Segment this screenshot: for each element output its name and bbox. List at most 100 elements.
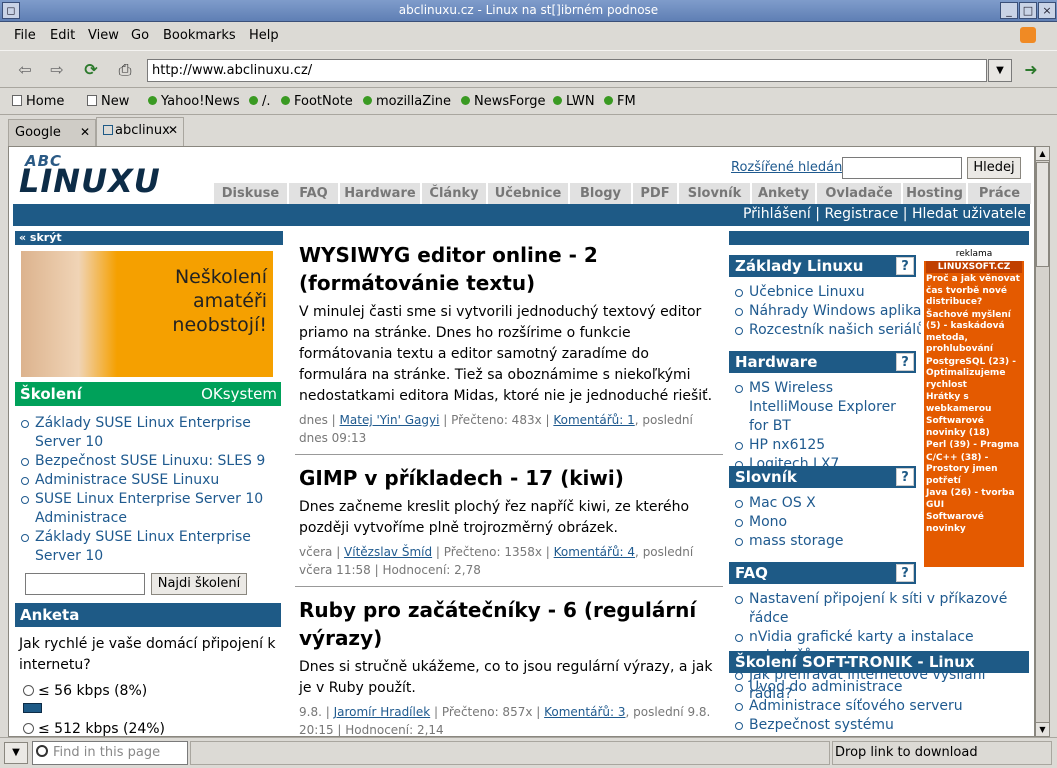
menu-bookmarks[interactable]: Bookmarks (163, 28, 236, 43)
advertisement-banner[interactable]: Neškolení amatéři neobstojí! (21, 251, 273, 377)
ad-item[interactable]: Softwarové novinky (926, 512, 1022, 535)
tab-blogy[interactable]: Blogy (570, 183, 632, 204)
list-item[interactable]: MS Wireless IntelliMouse Explorer for BT (729, 379, 919, 436)
rss-icon[interactable] (1020, 27, 1036, 43)
list-item[interactable]: Mono (729, 513, 939, 532)
close-tab-icon[interactable]: ✕ (168, 123, 178, 137)
ad-item[interactable]: Hrátky s webkamerou (926, 392, 1022, 415)
hide-sidebar-link[interactable]: « skrýt (15, 231, 283, 245)
tab-abclinuxu[interactable]: abclinux ✕ (96, 117, 184, 146)
user-bar[interactable]: Přihlášení | Registrace | Hledat uživate… (13, 204, 1030, 226)
article-title[interactable]: GIMP v příkladech - 17 (kiwi) (299, 464, 719, 492)
status-toggle-icon[interactable]: ▼ (4, 742, 28, 764)
url-field[interactable]: http://www.abclinuxu.cz/ (147, 59, 987, 82)
tab-hardware[interactable]: Hardware (340, 183, 421, 204)
help-icon[interactable]: ? (896, 353, 914, 371)
back-icon[interactable]: ⇦ (12, 57, 38, 83)
site-logo[interactable]: ABC LINUXU (19, 152, 179, 200)
search-button[interactable]: Hledej (967, 157, 1021, 179)
site-search-input[interactable] (842, 157, 962, 179)
comments-link[interactable]: Komentářů: 1 (553, 413, 634, 427)
bookmark-footnote[interactable]: FootNote (281, 94, 353, 109)
list-item[interactable]: HP nx6125 (729, 436, 919, 455)
tab-google[interactable]: Google ✕ (8, 119, 96, 146)
url-dropdown-icon[interactable]: ▼ (988, 59, 1012, 82)
tab-pdf[interactable]: PDF (633, 183, 678, 204)
print-icon[interactable]: ⎙ (112, 57, 138, 83)
poll-option-2[interactable]: ≤ 512 kbps (24%) (23, 721, 165, 736)
list-item[interactable]: Bezpečnost SUSE Linuxu: SLES 9 (15, 452, 281, 471)
list-item[interactable]: Rozcestník našich seriálů (729, 321, 939, 340)
list-item[interactable]: Základy SUSE Linux Enterprise Server 10 (15, 414, 281, 452)
scroll-down-icon[interactable]: ▼ (1036, 722, 1049, 736)
tab-ovladace[interactable]: Ovladače (817, 183, 902, 204)
author-link[interactable]: Vítězslav Šmíd (344, 545, 432, 559)
ad-item[interactable]: Softwarové novinky (18) (926, 416, 1022, 439)
article-title[interactable]: Ruby pro začátečníky - 6 (regulární výra… (299, 596, 719, 652)
go-icon[interactable]: ➜ (1018, 57, 1044, 83)
menu-go[interactable]: Go (131, 28, 149, 43)
author-link[interactable]: Jaromír Hradílek (334, 705, 431, 719)
tab-slovnik[interactable]: Slovník (679, 183, 751, 204)
download-drop-target[interactable]: Drop link to download (832, 741, 1052, 765)
bookmark-home[interactable]: Home (12, 94, 64, 109)
menu-view[interactable]: View (88, 28, 119, 43)
vertical-scrollbar[interactable]: ▲ ▼ (1035, 146, 1050, 737)
tab-diskuse[interactable]: Diskuse (214, 183, 288, 204)
menu-file[interactable]: File (14, 28, 36, 43)
bookmark-fm[interactable]: FM (604, 94, 636, 109)
help-icon[interactable]: ? (896, 257, 914, 275)
menu-edit[interactable]: Edit (50, 28, 75, 43)
list-item[interactable]: SUSE Linux Enterprise Server 10 Administ… (15, 490, 281, 528)
radio-icon[interactable] (23, 685, 34, 696)
close-icon[interactable]: × (1038, 2, 1056, 19)
author-link[interactable]: Matej 'Yin' Gagyi (340, 413, 440, 427)
list-item[interactable]: Mac OS X (729, 494, 939, 513)
bookmark-slashdot[interactable]: /. (249, 94, 271, 109)
tab-clanky[interactable]: Články (422, 183, 487, 204)
tab-ankety[interactable]: Ankety (752, 183, 816, 204)
scroll-up-icon[interactable]: ▲ (1036, 147, 1049, 161)
list-item[interactable]: Administrace SUSE Linuxu (15, 471, 281, 490)
comments-link[interactable]: Komentářů: 3 (544, 705, 625, 719)
bookmark-lwn[interactable]: LWN (553, 94, 595, 109)
help-icon[interactable]: ? (896, 468, 914, 486)
tab-hosting[interactable]: Hosting (903, 183, 967, 204)
list-item[interactable]: Úvod do administrace (729, 678, 1029, 697)
ad-item[interactable]: PostgreSQL (23) - Optimalizujeme rychlos… (926, 357, 1022, 392)
ad-item[interactable]: C/C++ (38) - Prostory jmen potřetí (926, 453, 1022, 488)
radio-icon[interactable] (23, 723, 34, 734)
reload-icon[interactable]: ⟳ (78, 57, 104, 83)
comments-link[interactable]: Komentářů: 4 (554, 545, 635, 559)
tab-prace[interactable]: Práce (968, 183, 1032, 204)
advanced-search-link[interactable]: Rozšířené hledání (731, 160, 846, 175)
list-item[interactable]: Administrace síťového serveru (729, 697, 1029, 716)
tab-faq[interactable]: FAQ (289, 183, 339, 204)
linuxsoft-ad[interactable]: reklama LINUXSOFT.CZ Proč a jak věnovat … (921, 249, 1027, 569)
list-item[interactable]: Učebnice Linuxu (729, 283, 939, 302)
ad-item[interactable]: Java (26) - tvorba GUI (926, 488, 1022, 511)
list-item[interactable]: Náhrady Windows aplikací (729, 302, 939, 321)
bookmark-mozillazine[interactable]: mozillaZine (363, 94, 451, 109)
list-item[interactable]: mass storage (729, 532, 939, 551)
list-item[interactable]: Bezpečnost systému (729, 716, 1029, 735)
bookmark-newsforge[interactable]: NewsForge (461, 94, 545, 109)
ad-item[interactable]: Perl (39) - Pragma (926, 440, 1022, 452)
minimize-icon[interactable]: _ (1000, 2, 1018, 19)
help-icon[interactable]: ? (896, 564, 914, 582)
close-tab-icon[interactable]: ✕ (80, 125, 90, 139)
menu-help[interactable]: Help (249, 28, 279, 43)
find-training-button[interactable]: Najdi školení (151, 573, 247, 595)
bookmark-yahoo[interactable]: Yahoo!News (148, 94, 240, 109)
poll-option-1[interactable]: ≤ 56 kbps (8%) (23, 683, 147, 699)
maximize-icon[interactable]: □ (1019, 2, 1037, 19)
tab-ucebnice[interactable]: Učebnice (488, 183, 569, 204)
skoleni-brand[interactable]: OKsystem (201, 385, 277, 403)
ad-item[interactable]: Proč a jak věnovat čas tvorbě nové distr… (926, 274, 1022, 309)
ad-header[interactable]: LINUXSOFT.CZ (926, 261, 1022, 273)
scrollbar-thumb[interactable] (1036, 162, 1049, 267)
ad-item[interactable]: Šachové myšlení (5) - kaskádová metoda, … (926, 310, 1022, 356)
list-item[interactable]: Základy SUSE Linux Enterprise Server 10 (15, 528, 281, 566)
skoleni-search-input[interactable] (25, 573, 145, 595)
bookmark-new[interactable]: New (87, 94, 129, 109)
